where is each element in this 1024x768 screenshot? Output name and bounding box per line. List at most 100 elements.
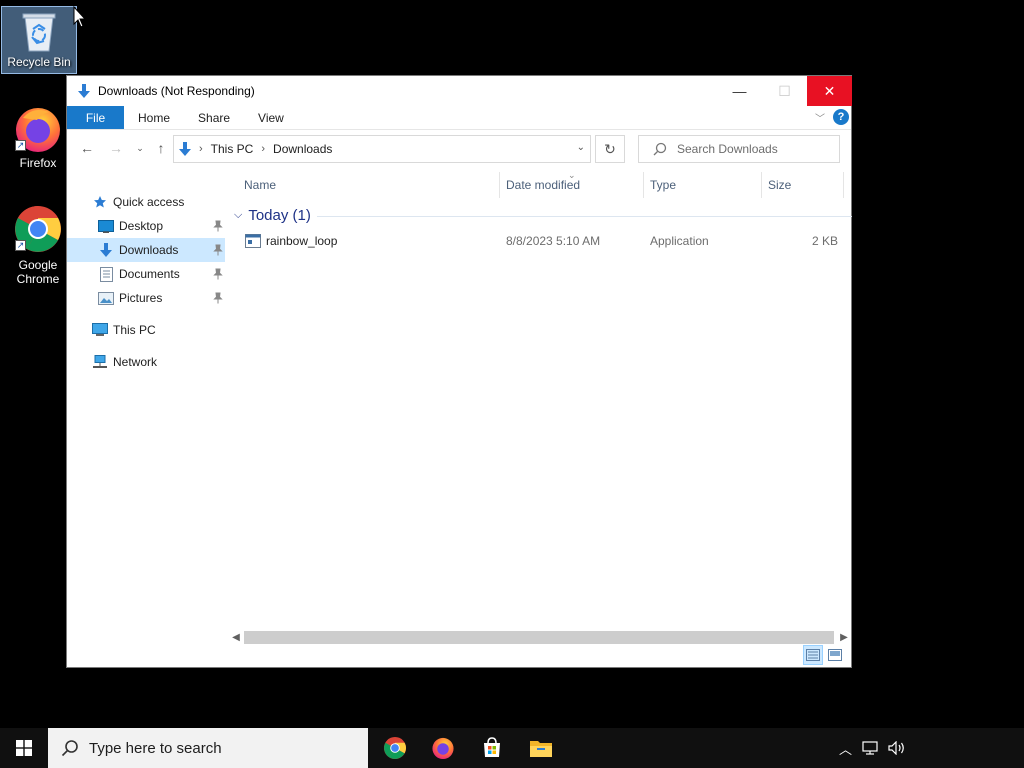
download-arrow-icon: [78, 84, 90, 98]
breadcrumb-separator-icon[interactable]: ›: [261, 143, 265, 155]
column-header-date-modified[interactable]: Date modified: [500, 172, 642, 198]
download-arrow-icon: [179, 142, 191, 156]
scroll-right-arrow-icon[interactable]: ▶: [836, 629, 852, 646]
show-hidden-icons-chevron-icon[interactable]: ︿: [839, 739, 852, 758]
search-input[interactable]: [677, 142, 827, 156]
horizontal-scrollbar[interactable]: ◀ ▶: [228, 629, 852, 646]
back-button[interactable]: ←: [76, 137, 98, 159]
documents-icon: [97, 266, 115, 282]
file-list: ⌄ Name Date modified Type Size ⌵ Today (…: [228, 170, 852, 668]
collapse-chevron-icon[interactable]: ⌵: [234, 209, 242, 222]
large-icons-view-icon: [828, 649, 842, 661]
maximize-button[interactable]: ☐: [762, 76, 807, 106]
taskbar-firefox[interactable]: [419, 728, 467, 768]
group-header-today[interactable]: ⌵ Today (1): [228, 204, 852, 226]
file-explorer-icon: [530, 741, 552, 757]
view-buttons: [803, 645, 845, 665]
nav-label: Downloads: [119, 243, 179, 257]
search-box[interactable]: [638, 135, 840, 163]
details-view-icon: [806, 649, 820, 661]
tab-share[interactable]: Share: [184, 106, 244, 129]
star-icon: [91, 195, 109, 209]
nav-label: Pictures: [119, 291, 163, 305]
close-button[interactable]: ✕: [807, 76, 852, 106]
desktop-icon-chrome[interactable]: ↗ Google Chrome: [0, 204, 76, 286]
taskbar-file-explorer[interactable]: [517, 728, 565, 768]
volume-icon[interactable]: [888, 741, 906, 755]
desktop-icon-label: Recycle Bin: [7, 55, 71, 69]
file-date-modified: 8/8/2023 5:10 AM: [506, 234, 601, 248]
address-dropdown-chevron-icon[interactable]: ⌄: [577, 142, 585, 153]
tab-view[interactable]: View: [244, 106, 298, 129]
breadcrumb-separator-icon[interactable]: ›: [199, 143, 203, 155]
windows-logo-icon: [16, 740, 32, 756]
firefox-icon: [432, 737, 454, 760]
nav-label: This PC: [113, 323, 156, 337]
large-icons-view-button[interactable]: [825, 645, 845, 665]
table-row[interactable]: rainbow_loop 8/8/2023 5:10 AM Applicatio…: [228, 230, 852, 252]
navigation-bar: ← → ⌄ ↑ › This PC › Downloads ⌄ ↻: [67, 130, 851, 166]
nav-item-downloads[interactable]: Downloads: [67, 238, 225, 262]
desktop-icon-recycle-bin[interactable]: Recycle Bin: [1, 6, 77, 74]
nav-item-desktop[interactable]: Desktop: [67, 214, 225, 238]
nav-item-pictures[interactable]: Pictures: [67, 286, 225, 310]
store-icon: [484, 737, 500, 757]
search-icon: [61, 740, 78, 757]
taskbar-store[interactable]: [468, 728, 516, 768]
column-header-name[interactable]: Name: [238, 172, 498, 198]
recycle-bin-icon: [22, 13, 56, 52]
mouse-cursor-icon: [73, 6, 87, 28]
network-icon: [91, 355, 109, 369]
nav-label: Network: [113, 355, 158, 369]
network-status-icon[interactable]: [862, 741, 878, 755]
desktop-icon-label: Firefox: [19, 156, 57, 170]
column-headers: ⌄ Name Date modified Type Size: [228, 170, 852, 198]
window-title: Downloads (Not Responding): [98, 84, 255, 98]
computer-icon: [91, 323, 109, 337]
recent-locations-chevron-icon[interactable]: ⌄: [129, 137, 151, 159]
desktop-folder-icon: [97, 219, 115, 233]
pin-icon[interactable]: [213, 244, 223, 256]
pin-icon[interactable]: [213, 292, 223, 304]
expand-ribbon-chevron-icon[interactable]: ﹀: [815, 110, 825, 125]
ribbon-tabs: File Home Share View ﹀ ?: [67, 106, 851, 130]
breadcrumb-downloads[interactable]: Downloads: [273, 142, 332, 156]
scrollbar-thumb[interactable]: [244, 631, 834, 644]
column-header-size[interactable]: Size: [762, 172, 842, 198]
file-type: Application: [650, 234, 709, 248]
desktop-icon-firefox[interactable]: ↗ Firefox: [0, 104, 76, 170]
download-arrow-icon: [97, 242, 115, 258]
file-explorer-window: Downloads (Not Responding) — ☐ ✕ File Ho…: [66, 75, 852, 668]
scroll-left-arrow-icon[interactable]: ◀: [228, 629, 244, 646]
taskbar-chrome[interactable]: [371, 728, 419, 768]
minimize-button[interactable]: —: [717, 76, 762, 106]
forward-button[interactable]: →: [105, 137, 127, 159]
system-tray: ︿: [839, 728, 906, 768]
nav-network[interactable]: Network: [91, 350, 225, 374]
tab-file[interactable]: File: [67, 106, 124, 129]
pin-icon[interactable]: [213, 268, 223, 280]
nav-label: Documents: [119, 267, 180, 281]
address-bar[interactable]: › This PC › Downloads ⌄: [173, 135, 591, 163]
nav-quick-access[interactable]: Quick access: [91, 190, 225, 214]
nav-label: Quick access: [113, 195, 185, 209]
up-button[interactable]: ↑: [150, 137, 172, 159]
column-header-type[interactable]: Type: [644, 172, 760, 198]
taskbar-search-box[interactable]: Type here to search: [48, 728, 368, 768]
search-icon: [653, 142, 667, 156]
file-size: 2 KB: [812, 234, 839, 248]
breadcrumb-this-pc[interactable]: This PC: [211, 142, 254, 156]
start-button[interactable]: [0, 728, 48, 768]
file-name: rainbow_loop: [266, 234, 338, 248]
nav-item-documents[interactable]: Documents: [67, 262, 225, 286]
title-bar[interactable]: Downloads (Not Responding) — ☐ ✕: [67, 76, 852, 106]
refresh-button[interactable]: ↻: [595, 135, 625, 163]
shortcut-arrow-icon: ↗: [15, 240, 26, 251]
details-view-button[interactable]: [803, 645, 823, 665]
chrome-icon: [383, 736, 407, 760]
nav-this-pc[interactable]: This PC: [91, 318, 225, 342]
pin-icon[interactable]: [213, 220, 223, 232]
help-button[interactable]: ?: [833, 109, 849, 125]
group-title: Today (1): [248, 206, 311, 224]
tab-home[interactable]: Home: [124, 106, 184, 129]
